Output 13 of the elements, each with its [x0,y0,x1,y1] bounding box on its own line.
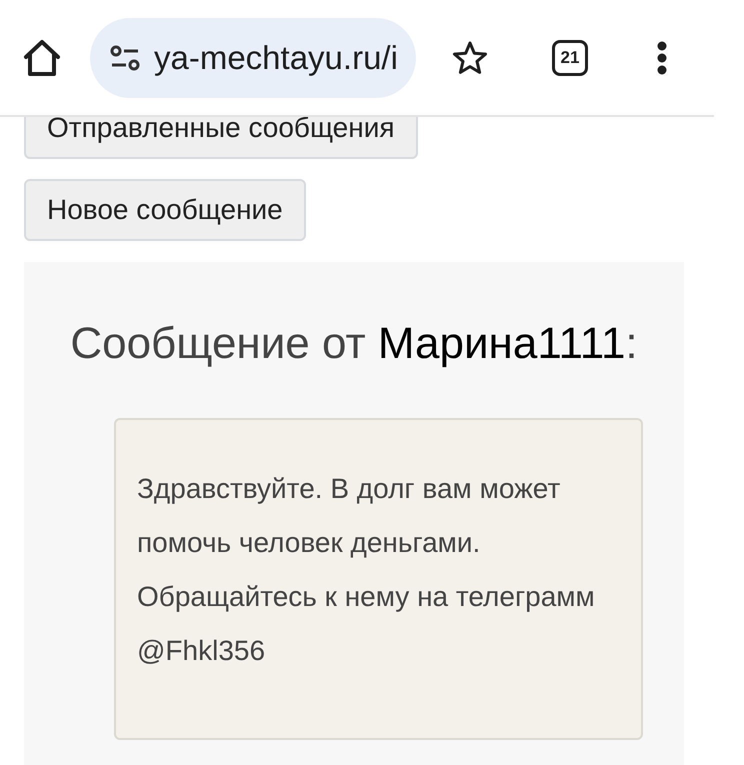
more-vertical-icon [657,40,667,74]
message-text: Здравствуйте. В долг вам может помочь человек деньгами. Обращайтесь к нему на телеграмм @Fhkl356 [137,472,596,668]
home-icon [22,38,62,78]
tab-switcher-button[interactable]: 21 [552,40,588,76]
message-heading: Сообщение от Марина1111: [70,318,638,370]
star-icon [452,40,488,76]
address-bar[interactable]: ya-mechtayu.ru/i [90,18,416,98]
home-button[interactable] [22,38,62,78]
bookmark-button[interactable] [452,40,488,76]
url-text: ya-mechtayu.ru/i [154,38,398,78]
tune-icon [110,44,140,70]
menu-button[interactable] [656,40,668,76]
nav-button[interactable]: Новое сообщение [24,179,306,241]
